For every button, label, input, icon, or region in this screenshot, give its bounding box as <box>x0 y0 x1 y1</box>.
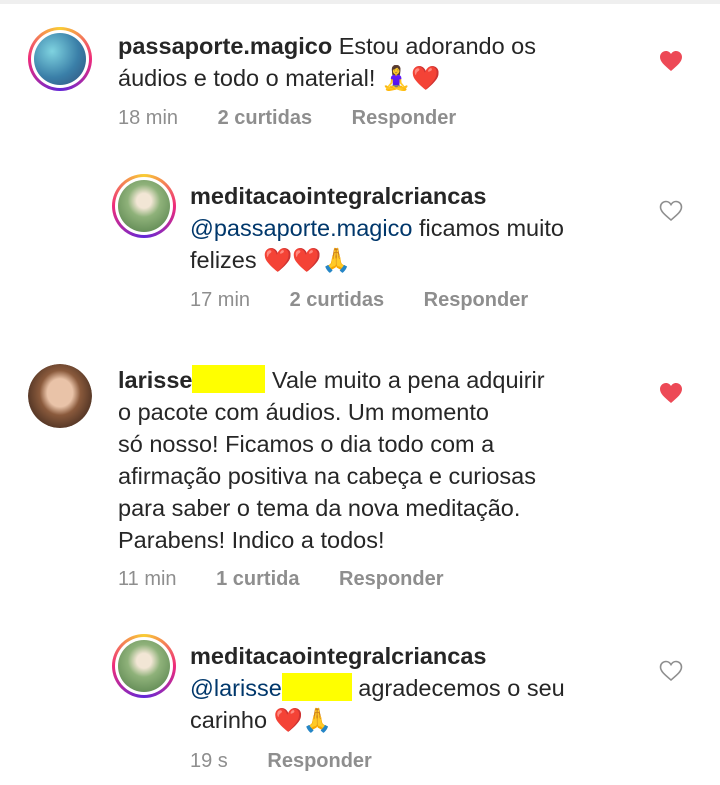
comment-text-line: o pacote com áudios. Um momento <box>118 399 489 425</box>
comment-meta: 19 s Responder <box>190 750 406 773</box>
comment-meta: 18 min 2 curtidas Responder <box>118 107 490 130</box>
avatar[interactable] <box>112 634 176 698</box>
comment-text-line: Parabens! Indico a todos! <box>118 527 385 553</box>
comment-username[interactable]: larisse <box>118 367 192 393</box>
mention-link[interactable]: @larisse <box>190 675 282 701</box>
comment-time: 17 min <box>190 289 251 311</box>
comment-text-line: agradecemos o seu <box>358 675 565 701</box>
comment-username: meditacaointegralcriancas <box>190 643 487 669</box>
comment-username[interactable]: passaporte.magico <box>118 33 332 59</box>
like-heart-icon[interactable] <box>659 200 683 222</box>
comment-body: @passaporte.magico ficamos muito <box>190 212 564 244</box>
comment-time: 19 s <box>190 750 228 772</box>
comment-body: @larisse agradecemos o seu <box>190 672 565 704</box>
mention-link[interactable]: @passaporte.magico <box>190 215 412 241</box>
avatar[interactable] <box>28 27 92 91</box>
likes-count-link[interactable]: 2 curtidas <box>218 107 312 129</box>
like-heart-icon[interactable] <box>659 382 683 404</box>
like-heart-icon[interactable] <box>659 50 683 72</box>
comment-body: passaporte.magico Estou adorando os <box>118 30 536 62</box>
avatar[interactable] <box>28 364 92 428</box>
like-heart-icon[interactable] <box>659 660 683 682</box>
likes-count-link[interactable]: 2 curtidas <box>290 289 384 311</box>
comment-meta: 17 min 2 curtidas Responder <box>190 289 562 312</box>
avatar[interactable] <box>112 174 176 238</box>
redaction-box <box>281 673 352 701</box>
comment-meta: 11 min 1 curtida Responder <box>118 568 478 591</box>
top-divider <box>0 0 720 4</box>
comment-text-line: felizes ❤️❤️🙏 <box>190 247 351 273</box>
comment-text-line: para saber o tema da nova meditação. <box>118 495 521 521</box>
reply-button[interactable]: Responder <box>424 289 528 311</box>
comment-body: larisse Vale muito a pena adquirir <box>118 364 545 396</box>
comment-time: 11 min <box>118 568 177 590</box>
comment-text-line: áudios e todo o material! 🧘‍♀️❤️ <box>118 65 441 91</box>
reply-button[interactable]: Responder <box>339 568 443 590</box>
comment-text-line: ficamos muito <box>418 215 564 241</box>
comment-text-line: carinho ❤️🙏 <box>190 707 333 733</box>
comment-time: 18 min <box>118 107 179 129</box>
comment-text-line: só nosso! Ficamos o dia todo com a <box>118 431 495 457</box>
reply-button[interactable]: Responder <box>267 750 371 772</box>
reply-button[interactable]: Responder <box>352 107 456 129</box>
comment-username: meditacaointegralcriancas <box>190 183 487 209</box>
likes-count-link[interactable]: 1 curtida <box>216 568 299 590</box>
comment-text-line: Estou adorando os <box>338 33 537 59</box>
redaction-box <box>192 365 266 393</box>
comment-text-line: Vale muito a pena adquirir <box>272 367 545 393</box>
comment-text-line: afirmação positiva na cabeça e curiosas <box>118 463 536 489</box>
